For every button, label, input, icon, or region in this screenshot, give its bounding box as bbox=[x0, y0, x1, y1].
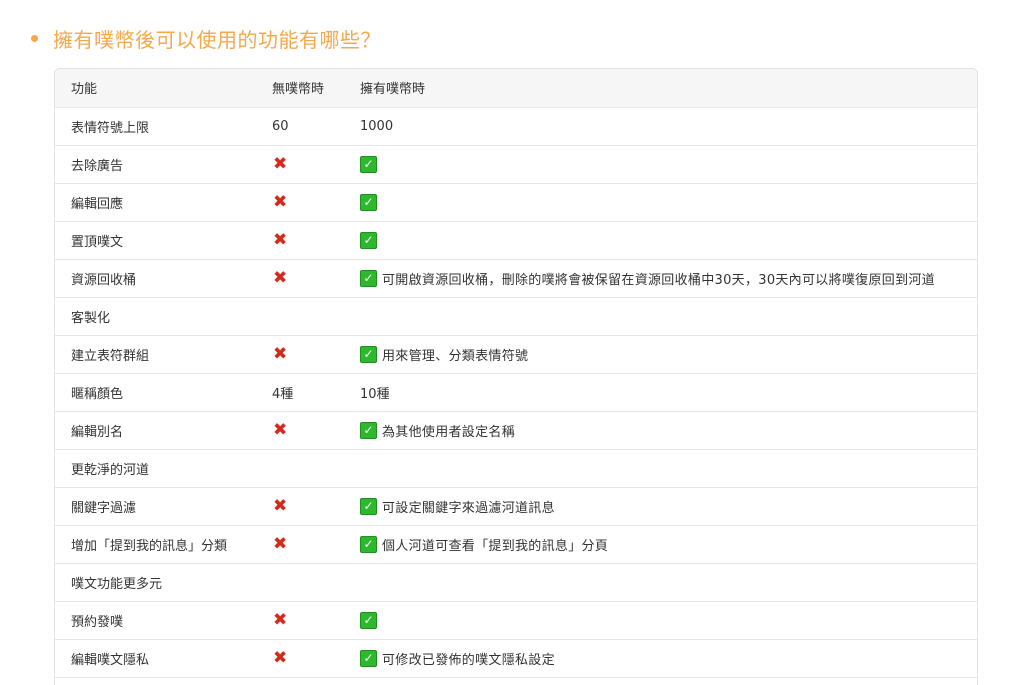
table-row: 編輯噗文隱私 ✖ ✓ 可修改已發佈的噗文隱私設定 bbox=[55, 639, 977, 678]
table-row bbox=[55, 677, 977, 685]
feature-note: 用來管理、分類表情符號 bbox=[382, 348, 529, 364]
table-row: 去除廣告 ✖ ✓ bbox=[55, 145, 977, 184]
feature-name-cell: 置頂噗文 bbox=[55, 221, 256, 260]
with-coins-cell: ✓ 可開啟資源回收桶，刪除的噗將會被保留在資源回收桶中30天，30天內可以將噗復原… bbox=[345, 259, 977, 298]
check-mark-icon: ✓ bbox=[360, 193, 377, 211]
table-row: 編輯回應 ✖ ✓ bbox=[55, 183, 977, 222]
without-coins-cell: ✖ bbox=[256, 639, 345, 678]
with-coins-cell bbox=[345, 449, 977, 488]
section-heading: 擁有噗幣後可以使用的功能有哪些？ bbox=[31, 20, 381, 56]
with-coins-cell: ✓ bbox=[345, 145, 977, 184]
feature-name-cell: 暱稱顏色 bbox=[55, 373, 256, 412]
with-coins-cell: ✓ 為其他使用者設定名稱 bbox=[345, 411, 977, 450]
table-row: 資源回收桶 ✖ ✓ 可開啟資源回收桶，刪除的噗將會被保留在資源回收桶中30天，30天內… bbox=[55, 259, 977, 298]
feature-note: 可修改已發佈的噗文隱私設定 bbox=[382, 652, 555, 668]
check-mark-icon: ✓ bbox=[360, 421, 377, 439]
table-header-row: 功能 無噗幣時 擁有噗幣時 bbox=[55, 69, 977, 108]
with-coins-cell: 1000 bbox=[345, 107, 977, 146]
feature-name-cell: 建立表符群組 bbox=[55, 335, 256, 374]
without-coins-cell bbox=[256, 449, 345, 488]
without-coins-cell: ✖ bbox=[256, 525, 345, 564]
with-coins-cell: ✓ 用來管理、分類表情符號 bbox=[345, 335, 977, 374]
check-mark-icon: ✓ bbox=[360, 231, 377, 249]
cross-mark-icon: ✖ bbox=[273, 153, 288, 174]
with-coins-cell: ✓ bbox=[345, 601, 977, 640]
feature-name-cell: 編輯噗文隱私 bbox=[55, 639, 256, 678]
cross-mark-icon: ✖ bbox=[273, 533, 288, 554]
table-row: 置頂噗文 ✖ ✓ bbox=[55, 221, 977, 260]
bullet-dot-icon bbox=[31, 34, 38, 42]
table-row: 表情符號上限 60 1000 bbox=[55, 107, 977, 146]
without-coins-cell: 60 bbox=[256, 107, 345, 146]
feature-note: 個人河道可查看「提到我的訊息」分頁 bbox=[382, 538, 609, 554]
column-header-without-coins: 無噗幣時 bbox=[256, 69, 345, 108]
cross-mark-icon: ✖ bbox=[273, 419, 288, 440]
cross-mark-icon: ✖ bbox=[273, 229, 288, 250]
feature-name-cell: 更乾淨的河道 bbox=[55, 449, 256, 488]
with-coins-cell: ✓ 可設定關鍵字來過濾河道訊息 bbox=[345, 487, 977, 526]
check-mark-icon: ✓ bbox=[360, 535, 377, 553]
table-row: 預約發噗 ✖ ✓ bbox=[55, 601, 977, 640]
feature-name-cell: 客製化 bbox=[55, 297, 256, 336]
feature-name-cell: 編輯別名 bbox=[55, 411, 256, 450]
feature-name-cell: 資源回收桶 bbox=[55, 259, 256, 298]
column-header-with-coins: 擁有噗幣時 bbox=[345, 69, 977, 108]
feature-comparison-table: 功能 無噗幣時 擁有噗幣時 表情符號上限 60 1000 去除廣告 ✖ ✓ 編輯回應 ✖ ✓ 置頂… bbox=[54, 68, 978, 685]
with-coins-cell: ✓ bbox=[345, 183, 977, 222]
feature-name-cell: 去除廣告 bbox=[55, 145, 256, 184]
table-row: 建立表符群組 ✖ ✓ 用來管理、分類表情符號 bbox=[55, 335, 977, 374]
without-coins-cell: ✖ bbox=[256, 145, 345, 184]
without-coins-cell bbox=[256, 563, 345, 602]
feature-note: 可設定關鍵字來過濾河道訊息 bbox=[382, 500, 555, 516]
cross-mark-icon: ✖ bbox=[273, 609, 288, 630]
feature-name-cell: 增加「提到我的訊息」分類 bbox=[55, 525, 256, 564]
feature-name-cell: 編輯回應 bbox=[55, 183, 256, 222]
feature-name-cell: 關鍵字過濾 bbox=[55, 487, 256, 526]
with-coins-cell: ✓ 可修改已發佈的噗文隱私設定 bbox=[345, 639, 977, 678]
with-coins-cell: 10種 bbox=[345, 373, 977, 412]
without-coins-cell: ✖ bbox=[256, 221, 345, 260]
check-mark-icon: ✓ bbox=[360, 611, 377, 629]
page-title: 擁有噗幣後可以使用的功能有哪些？ bbox=[53, 27, 381, 52]
table-row: 更乾淨的河道 bbox=[55, 449, 977, 488]
table-row: 暱稱顏色 4種 10種 bbox=[55, 373, 977, 412]
with-coins-cell bbox=[345, 297, 977, 336]
without-coins-cell: ✖ bbox=[256, 183, 345, 222]
feature-note: 可開啟資源回收桶，刪除的噗將會被保留在資源回收桶中30天，30天內可以將噗復原回… bbox=[382, 272, 935, 288]
without-coins-cell: ✖ bbox=[256, 601, 345, 640]
with-coins-cell: ✓ 個人河道可查看「提到我的訊息」分頁 bbox=[345, 525, 977, 564]
cross-mark-icon: ✖ bbox=[273, 191, 288, 212]
table-row: 編輯別名 ✖ ✓ 為其他使用者設定名稱 bbox=[55, 411, 977, 450]
table-row: 增加「提到我的訊息」分類 ✖ ✓ 個人河道可查看「提到我的訊息」分頁 bbox=[55, 525, 977, 564]
without-coins-cell bbox=[256, 297, 345, 336]
cross-mark-icon: ✖ bbox=[273, 267, 288, 288]
check-mark-icon: ✓ bbox=[360, 155, 377, 173]
without-coins-cell: 4種 bbox=[256, 373, 345, 412]
check-mark-icon: ✓ bbox=[360, 269, 377, 287]
feature-name-cell: 預約發噗 bbox=[55, 601, 256, 640]
check-mark-icon: ✓ bbox=[360, 345, 377, 363]
table-row: 客製化 bbox=[55, 297, 977, 336]
without-coins-cell: ✖ bbox=[256, 411, 345, 450]
without-coins-cell: ✖ bbox=[256, 259, 345, 298]
cross-mark-icon: ✖ bbox=[273, 495, 288, 516]
without-coins-cell: ✖ bbox=[256, 335, 345, 374]
feature-name-cell bbox=[55, 677, 256, 685]
check-mark-icon: ✓ bbox=[360, 497, 377, 515]
with-coins-cell bbox=[345, 677, 977, 685]
feature-note: 為其他使用者設定名稱 bbox=[382, 424, 516, 440]
with-coins-cell: ✓ bbox=[345, 221, 977, 260]
cross-mark-icon: ✖ bbox=[273, 343, 288, 364]
check-mark-icon: ✓ bbox=[360, 649, 377, 667]
table-row: 關鍵字過濾 ✖ ✓ 可設定關鍵字來過濾河道訊息 bbox=[55, 487, 977, 526]
without-coins-cell bbox=[256, 677, 345, 685]
feature-name-cell: 噗文功能更多元 bbox=[55, 563, 256, 602]
table-row: 噗文功能更多元 bbox=[55, 563, 977, 602]
without-coins-cell: ✖ bbox=[256, 487, 345, 526]
with-coins-cell bbox=[345, 563, 977, 602]
column-header-feature: 功能 bbox=[55, 69, 256, 108]
cross-mark-icon: ✖ bbox=[273, 647, 288, 668]
feature-name-cell: 表情符號上限 bbox=[55, 107, 256, 146]
